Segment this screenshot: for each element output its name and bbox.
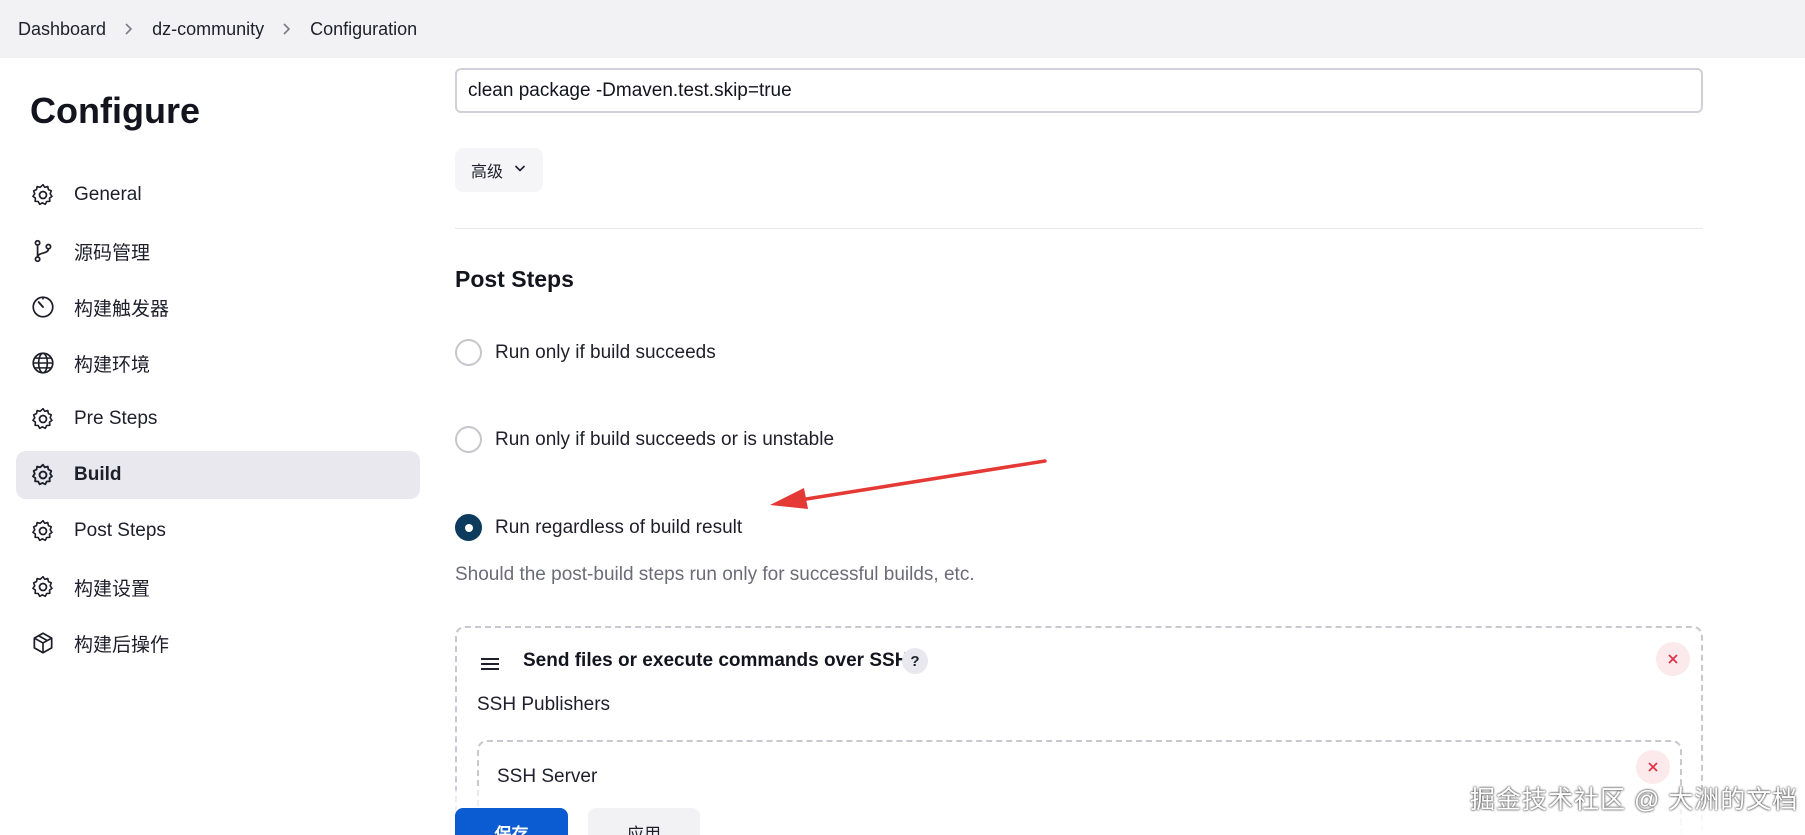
gear-icon: [30, 406, 56, 432]
sidebar-item-build-environment[interactable]: 构建环境: [16, 339, 420, 387]
sidebar-item-build[interactable]: Build: [16, 451, 420, 499]
timer-icon: [30, 294, 56, 320]
sidebar-item-label: 构建后操作: [74, 634, 170, 656]
sidebar-nav: General 源码管理 构建触发器 构建环境 Pre Steps Build …: [16, 171, 420, 675]
sidebar-item-label: Post Steps: [74, 520, 166, 541]
save-button[interactable]: 保存: [455, 808, 568, 835]
breadcrumb: Dashboard dz-community Configuration: [0, 0, 1805, 58]
remove-ssh-step-button[interactable]: [1656, 642, 1690, 676]
sidebar-item-label: 构建环境: [74, 354, 151, 376]
close-icon: [1648, 762, 1658, 772]
section-divider: [455, 228, 1703, 229]
package-icon: [30, 630, 56, 656]
sidebar-item-post-build-actions[interactable]: 构建后操作: [16, 619, 420, 667]
globe-icon: [30, 350, 56, 376]
chevron-right-icon: [280, 22, 294, 36]
radio-button-checked[interactable]: [455, 514, 482, 541]
gear-icon: [30, 574, 56, 600]
branch-icon: [30, 238, 56, 264]
ssh-publishers-label: SSH Publishers: [477, 694, 611, 715]
breadcrumb-item-project[interactable]: dz-community: [152, 19, 264, 40]
radio-run-regardless[interactable]: Run regardless of build result: [455, 514, 742, 541]
sidebar-item-pre-steps[interactable]: Pre Steps: [16, 395, 420, 443]
sidebar-item-label: General: [74, 184, 142, 205]
radio-run-if-succeeds[interactable]: Run only if build succeeds: [455, 339, 716, 366]
chevron-down-icon: [513, 161, 527, 180]
sidebar-item-source-control[interactable]: 源码管理: [16, 227, 420, 275]
chevron-right-icon: [122, 22, 136, 36]
radio-button[interactable]: [455, 426, 482, 453]
sidebar-item-build-settings[interactable]: 构建设置: [16, 563, 420, 611]
breadcrumb-item-dashboard[interactable]: Dashboard: [18, 19, 106, 40]
post-steps-title: Post Steps: [455, 266, 574, 292]
ssh-server-label: SSH Server: [497, 766, 598, 787]
sidebar-item-post-steps[interactable]: Post Steps: [16, 507, 420, 555]
drag-handle-icon[interactable]: [479, 654, 501, 674]
ssh-card-title: Send files or execute commands over SSH: [523, 650, 909, 671]
post-steps-help-text: Should the post-build steps run only for…: [455, 564, 975, 585]
sidebar-item-build-triggers[interactable]: 构建触发器: [16, 283, 420, 331]
annotation-arrow-icon: [770, 459, 1047, 509]
goals-input[interactable]: [455, 68, 1703, 113]
sidebar-item-label: Pre Steps: [74, 408, 158, 429]
sidebar-item-label: 构建触发器: [74, 298, 170, 320]
radio-run-if-succeeds-or-unstable[interactable]: Run only if build succeeds or is unstabl…: [455, 426, 834, 453]
apply-button[interactable]: 应用: [588, 808, 700, 835]
remove-ssh-server-button[interactable]: [1636, 750, 1670, 784]
radio-label: Run only if build succeeds or is unstabl…: [495, 428, 835, 450]
radio-label: Run only if build succeeds: [495, 341, 716, 363]
radio-label: Run regardless of build result: [495, 516, 743, 538]
help-icon[interactable]: ?: [902, 648, 928, 674]
gear-icon: [30, 182, 56, 208]
page-title: Configure: [30, 90, 200, 131]
sidebar-item-label: 构建设置: [74, 578, 151, 600]
gear-icon: [30, 518, 56, 544]
radio-button[interactable]: [455, 339, 482, 366]
advanced-label: 高级: [471, 164, 504, 181]
watermark: 掘金技术社区 @ 大洲的文档: [1470, 786, 1799, 814]
breadcrumb-item-configuration[interactable]: Configuration: [310, 19, 417, 40]
sidebar-item-label: Build: [74, 464, 122, 485]
sidebar-item-general[interactable]: General: [16, 171, 420, 219]
advanced-button[interactable]: 高级: [455, 148, 544, 192]
close-icon: [1668, 654, 1678, 664]
sidebar-item-label: 源码管理: [74, 242, 151, 264]
gear-icon: [30, 462, 56, 488]
